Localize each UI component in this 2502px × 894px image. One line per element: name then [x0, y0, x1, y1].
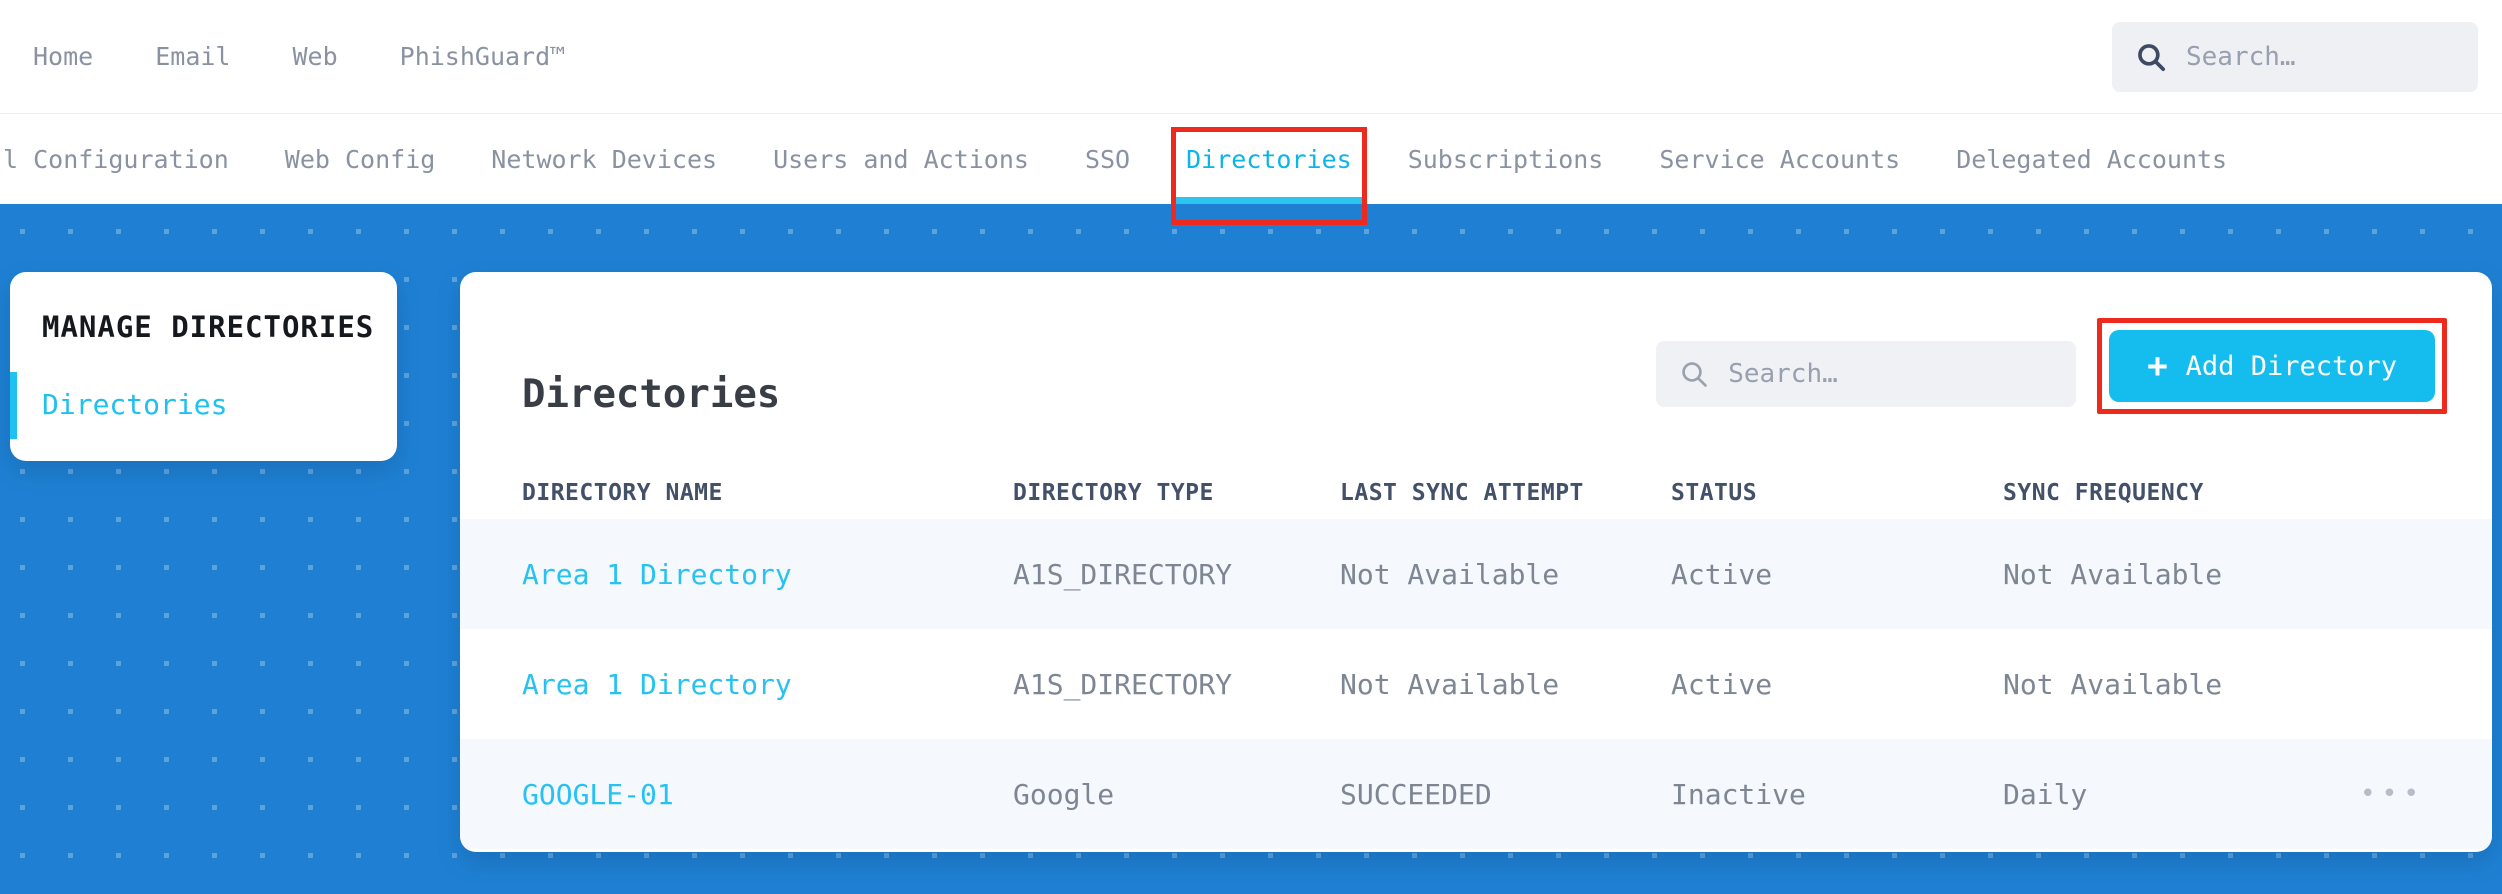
column-header-sync-frequency: SYNC FREQUENCY — [2003, 480, 2355, 506]
sync-frequency-cell: Not Available — [2003, 558, 2355, 591]
last-sync-attempt-cell: Not Available — [1340, 668, 1671, 701]
tab-label: Subscriptions — [1408, 145, 1604, 174]
tab-directories[interactable]: Directories — [1186, 114, 1352, 204]
search-icon — [2134, 40, 2168, 74]
tab-subscriptions[interactable]: Subscriptions — [1408, 114, 1604, 204]
card-header: Directories + Add Directory — [460, 272, 2492, 417]
nav-item-phishguard[interactable]: PhishGuard™ — [400, 42, 566, 71]
last-sync-attempt-cell: Not Available — [1340, 558, 1671, 591]
nav-item-email[interactable]: Email — [155, 42, 230, 71]
active-item-bar — [10, 372, 17, 439]
column-header-directory-type: DIRECTORY TYPE — [1013, 480, 1340, 506]
tab-web-config[interactable]: Web Config — [285, 114, 436, 204]
annotation-box-add-directory: + Add Directory — [2097, 318, 2447, 414]
row-actions-ellipsis-icon[interactable]: ••• — [2360, 781, 2425, 807]
tab-users-and-actions[interactable]: Users and Actions — [773, 114, 1029, 204]
tab-delegated-accounts[interactable]: Delegated Accounts — [1956, 114, 2227, 204]
table-row: Area 1 DirectoryA1S_DIRECTORYNot Availab… — [460, 629, 2492, 739]
tab-label: Delegated Accounts — [1956, 145, 2227, 174]
table-row: GOOGLE-01GoogleSUCCEEDEDInactiveDaily••• — [460, 739, 2492, 849]
plus-icon: + — [2147, 349, 2167, 383]
add-directory-button-label: Add Directory — [2186, 351, 2397, 382]
directory-type-cell: A1S_DIRECTORY — [1013, 558, 1340, 591]
status-cell: Inactive — [1671, 778, 2003, 811]
directory-type-cell: Google — [1013, 778, 1340, 811]
sidebar-item-directories[interactable]: Directories — [10, 382, 397, 427]
top-nav-items: Home Email Web PhishGuard™ — [33, 42, 565, 71]
table-header: DIRECTORY NAMEDIRECTORY TYPELAST SYNC AT… — [460, 467, 2492, 519]
settings-tab-bar: l Configuration Web Config Network Devices… — [0, 114, 2502, 204]
side-card-title: MANAGE DIRECTORIES — [10, 310, 397, 344]
side-card-items: Directories — [10, 382, 397, 427]
tab-label: l Configuration — [3, 145, 229, 174]
last-sync-attempt-cell: SUCCEEDED — [1340, 778, 1671, 811]
directory-search[interactable] — [1656, 341, 2076, 407]
tab-label: Service Accounts — [1659, 145, 1900, 174]
column-header-status: STATUS — [1671, 480, 2003, 506]
page-title: Directories — [522, 372, 780, 417]
column-header-directory-name: DIRECTORY NAME — [522, 480, 1013, 506]
tab-label: Network Devices — [491, 145, 717, 174]
directory-name-link[interactable]: GOOGLE-01 — [522, 778, 1013, 811]
nav-item-web[interactable]: Web — [292, 42, 337, 71]
global-search[interactable] — [2112, 22, 2478, 92]
table-row: Area 1 DirectoryA1S_DIRECTORYNot Availab… — [460, 519, 2492, 629]
active-tab-underline — [1176, 197, 1362, 204]
directory-name-link[interactable]: Area 1 Directory — [522, 668, 1013, 701]
content-area: MANAGE DIRECTORIES Directories Directori… — [0, 204, 2502, 894]
search-icon — [1678, 358, 1710, 390]
directory-name-link[interactable]: Area 1 Directory — [522, 558, 1013, 591]
tab-l-configuration[interactable]: l Configuration — [3, 114, 229, 204]
tab-sso[interactable]: SSO — [1085, 114, 1130, 204]
status-cell: Active — [1671, 558, 2003, 591]
directory-search-input[interactable] — [1728, 359, 2054, 389]
directories-card: Directories + Add Directory DIRECTO — [460, 272, 2492, 852]
tab-label: Web Config — [285, 145, 436, 174]
card-header-actions: + Add Directory — [1656, 318, 2447, 414]
manage-directories-card: MANAGE DIRECTORIES Directories — [10, 272, 397, 461]
tab-network-devices[interactable]: Network Devices — [491, 114, 717, 204]
nav-item-home[interactable]: Home — [33, 42, 93, 71]
sync-frequency-cell: Daily — [2003, 778, 2355, 811]
column-header-last-sync-attempt: LAST SYNC ATTEMPT — [1340, 480, 1671, 506]
table-body: Area 1 DirectoryA1S_DIRECTORYNot Availab… — [460, 519, 2492, 849]
sync-frequency-cell: Not Available — [2003, 668, 2355, 701]
directory-type-cell: A1S_DIRECTORY — [1013, 668, 1340, 701]
add-directory-button[interactable]: + Add Directory — [2109, 330, 2435, 402]
tab-label: Directories — [1186, 145, 1352, 174]
status-cell: Active — [1671, 668, 2003, 701]
tab-label: SSO — [1085, 145, 1130, 174]
tab-label: Users and Actions — [773, 145, 1029, 174]
global-search-input[interactable] — [2186, 42, 2456, 72]
top-nav: Home Email Web PhishGuard™ — [0, 0, 2502, 114]
tab-service-accounts[interactable]: Service Accounts — [1659, 114, 1900, 204]
